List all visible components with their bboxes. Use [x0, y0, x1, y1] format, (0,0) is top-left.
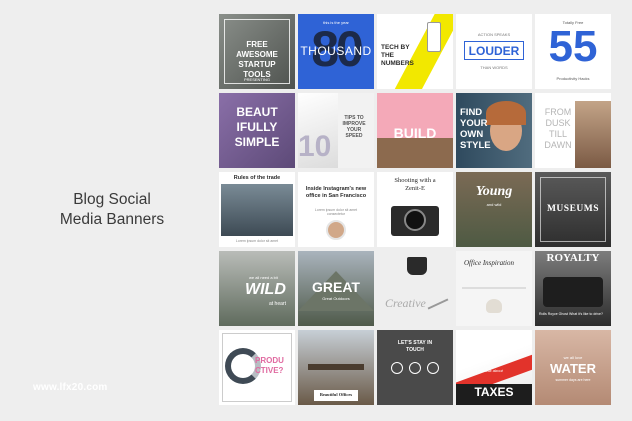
pen-icon [427, 298, 449, 310]
tile-caption: Great Outdoors [322, 296, 350, 301]
banner-55-hacks[interactable]: Totally Free 55 Productivity Hacks [535, 14, 611, 89]
heading-line-1: Blog Social [73, 191, 151, 208]
banner-great-outdoors[interactable]: GREAT Great Outdoors [298, 251, 374, 326]
tile-title: TECH BY THE NUMBERS [381, 44, 414, 67]
banner-find-your-style[interactable]: FIND YOUR OWN STYLE [456, 93, 532, 168]
tile-title: PRODU CTIVE? [255, 356, 284, 375]
tile-caption: this is the year [323, 20, 349, 25]
page-heading: Blog Social Media Banners [52, 190, 172, 230]
tile-caption: Let's talk about [476, 368, 503, 373]
banner-10-tips[interactable]: 10 TIPS TO IMPROVE YOUR SPEED [298, 93, 374, 168]
tile-title: FIND YOUR OWN STYLE [460, 107, 491, 151]
tile-title: Young [475, 184, 513, 199]
tile-caption: THAN WORDS [480, 65, 508, 70]
tile-title: Inside Instagram's new office in San Fra… [305, 186, 367, 199]
banner-build[interactable]: BUILD [377, 93, 453, 168]
tile-caption: and wild [486, 202, 502, 207]
tile-title: THOUSAND [300, 44, 372, 58]
tile-title: MUSEUMS [546, 204, 600, 214]
tile-caption-2: at heart [269, 301, 286, 307]
banner-instagram-office[interactable]: Inside Instagram's new office in San Fra… [298, 172, 374, 247]
tile-caption: Rolls Royce Ghost What it's like to driv… [539, 312, 603, 316]
tile-title: LET'S STAY IN TOUCH [397, 340, 433, 353]
mug-icon [407, 257, 427, 275]
tile-title: Office Inspiration [464, 259, 514, 267]
tile-title: BUILD [393, 125, 437, 141]
big-number: 10 [298, 130, 332, 163]
tile-caption-top: ACTION SPEAKS [477, 32, 511, 37]
tile-title: Shooting with a Zenit-E [394, 177, 436, 192]
banner-louder[interactable]: ACTION SPEAKS LOUDER THAN WORDS [456, 14, 532, 89]
tile-title: GREAT [312, 279, 360, 295]
banner-startup-tools[interactable]: FREE AWESOME STARTUP TOOLS PRESENTING [219, 14, 295, 89]
banner-wild-at-heart[interactable]: we all need a bit WILD at heart [219, 251, 295, 326]
tile-photo [221, 184, 293, 236]
tile-photo [575, 101, 611, 168]
banner-beautifully-simple[interactable]: BEAUT IFULLY SIMPLE [219, 93, 295, 168]
banner-dusk-till-dawn[interactable]: FROM DUSK TILL DAWN [535, 93, 611, 168]
banner-creative[interactable]: Creative [377, 251, 453, 326]
twitter-icon[interactable] [409, 362, 421, 374]
tile-caption: we all need a bit [249, 275, 278, 280]
tile-title-2: IFULLY [236, 120, 278, 134]
banner-productive[interactable]: PRODU CTIVE? [219, 330, 295, 405]
tile-caption: PRESENTING [243, 77, 270, 82]
banner-beautiful-offices[interactable]: Beautiful Offices [298, 330, 374, 405]
banner-grid: FREE AWESOME STARTUP TOOLS PRESENTING 80… [219, 14, 611, 407]
tile-title-3: SIMPLE [234, 135, 280, 149]
tile-title: WILD [245, 281, 286, 298]
banner-zenit-camera[interactable]: Shooting with a Zenit-E [377, 172, 453, 247]
banner-rules-of-trade[interactable]: Rules of the trade Lorem ipsum dolor sit… [219, 172, 295, 247]
banner-tech-numbers[interactable]: TECH BY THE NUMBERS [377, 14, 453, 89]
banner-80-thousand[interactable]: 80 THOUSAND this is the year [298, 14, 374, 89]
banner-water[interactable]: we all love WATER summer days are here [535, 330, 611, 405]
tile-title: FROM DUSK TILL DAWN [544, 107, 572, 150]
banner-office-inspiration[interactable]: Office Inspiration [456, 251, 532, 326]
chair-icon [486, 299, 502, 313]
camera-lens [404, 209, 426, 231]
google-plus-icon[interactable] [427, 362, 439, 374]
banner-museums[interactable]: MUSEUMS [535, 172, 611, 247]
desk-line [462, 287, 526, 289]
facebook-icon[interactable] [391, 362, 403, 374]
tile-caption: Lorem ipsum dolor sit amet [235, 239, 279, 243]
tile-caption: we all love [563, 355, 583, 360]
avatar [326, 220, 346, 240]
banner-taxes[interactable]: Let's talk about TAXES [456, 330, 532, 405]
tile-title: FREE AWESOME STARTUP TOOLS [236, 40, 278, 79]
big-number: 55 [548, 22, 598, 71]
banner-royalty[interactable]: ROYALTY Rolls Royce Ghost What it's like… [535, 251, 611, 326]
desk-image [308, 364, 364, 370]
tile-title: ROYALTY [546, 252, 600, 264]
tile-title-1: BEAUT [236, 105, 278, 119]
tile-title: Beautiful Offices [319, 392, 353, 397]
banner-young-wild[interactable]: Young and wild [456, 172, 532, 247]
tile-title: Creative [385, 296, 426, 310]
tile-title: Rules of the trade [233, 175, 281, 181]
tile-caption: Productivity Hacks [556, 76, 590, 81]
site-url: www.lfx20.com [33, 382, 108, 393]
tile-title: LOUDER [468, 44, 520, 58]
car-image [543, 277, 603, 307]
tile-photo [377, 138, 453, 168]
tile-caption: Lorem ipsum dolor sit amet consectetur [314, 208, 358, 216]
tile-title: TIPS TO IMPROVE YOUR SPEED [342, 115, 366, 139]
heading-line-2: Media Banners [59, 211, 165, 228]
tile-caption-2: summer days are here [555, 378, 591, 382]
tile-title: TAXES [474, 385, 514, 399]
banner-stay-in-touch[interactable]: LET'S STAY IN TOUCH [377, 330, 453, 405]
phone-icon [427, 22, 441, 52]
tile-title: WATER [550, 361, 596, 376]
